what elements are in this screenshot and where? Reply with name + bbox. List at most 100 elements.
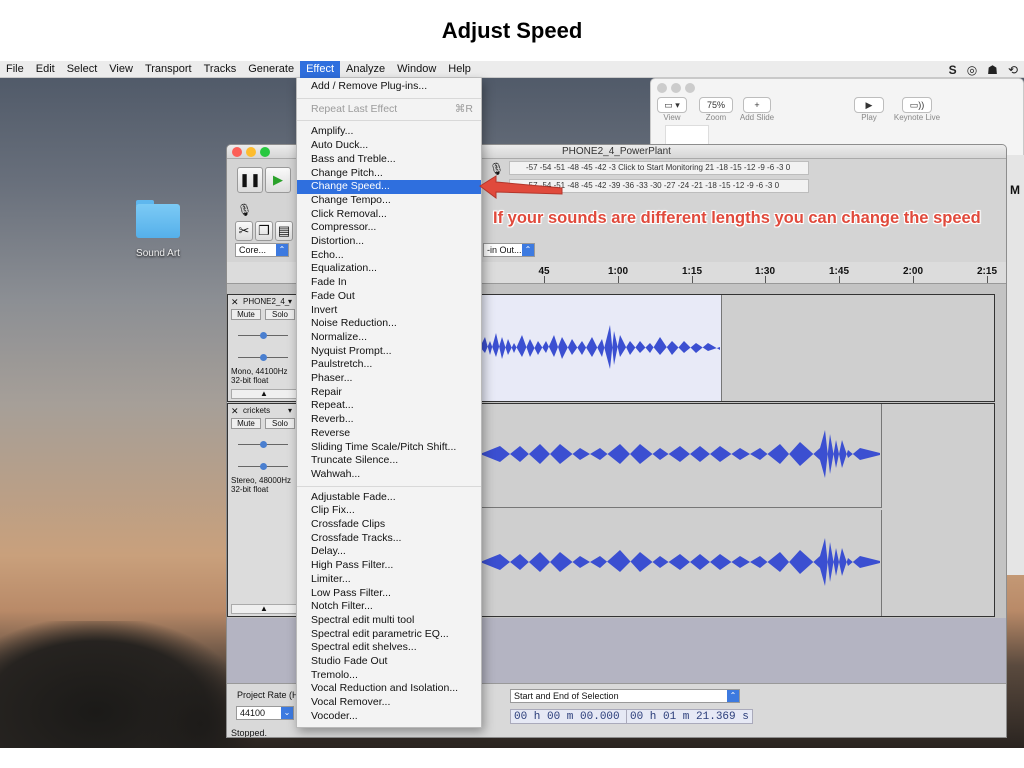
menu-item-adjustable-fade[interactable]: Adjustable Fade...: [297, 491, 481, 505]
menu-item-echo[interactable]: Echo...: [297, 249, 481, 263]
menu-item-low-pass-filter[interactable]: Low Pass Filter...: [297, 587, 481, 601]
menu-item-limiter[interactable]: Limiter...: [297, 573, 481, 587]
menu-item-distortion[interactable]: Distortion...: [297, 235, 481, 249]
menu-item-change-speed[interactable]: Change Speed...: [297, 180, 481, 194]
menu-item-reverse[interactable]: Reverse: [297, 427, 481, 441]
close-icon[interactable]: [657, 83, 667, 93]
menu-item-fade-out[interactable]: Fade Out: [297, 290, 481, 304]
close-track-icon[interactable]: ✕: [231, 297, 239, 308]
status-icon-target[interactable]: ◎: [967, 63, 977, 77]
keynote-add-slide-button[interactable]: + Add Slide: [739, 97, 775, 122]
status-icon-drive[interactable]: ☗: [987, 63, 998, 77]
menu-item-spectral-edit-parametric-eq[interactable]: Spectral edit parametric EQ...: [297, 628, 481, 642]
menu-effect[interactable]: Effect: [300, 60, 341, 78]
menu-item-click-removal[interactable]: Click Removal...: [297, 208, 481, 222]
keynote-live-button[interactable]: ▭)) Keynote Live: [891, 97, 943, 122]
menu-item-change-tempo[interactable]: Change Tempo...: [297, 194, 481, 208]
collapse-track-button[interactable]: ▲: [231, 389, 297, 399]
solo-button[interactable]: Solo: [265, 418, 295, 429]
status-icon-s[interactable]: S: [949, 63, 957, 77]
menu-item-clip-fix[interactable]: Clip Fix...: [297, 504, 481, 518]
monitor-label[interactable]: Click to Start Monitoring: [618, 163, 703, 172]
close-icon[interactable]: [232, 147, 242, 157]
cut-icon[interactable]: ✂: [235, 221, 253, 241]
menu-item-fade-in[interactable]: Fade In: [297, 276, 481, 290]
menu-item-wahwah[interactable]: Wahwah...: [297, 468, 481, 482]
menu-item-auto-duck[interactable]: Auto Duck...: [297, 139, 481, 153]
zoom-icon[interactable]: [260, 147, 270, 157]
collapse-track-button[interactable]: ▲: [231, 604, 297, 614]
audio-host-select[interactable]: Core... ⌃: [235, 243, 289, 257]
menu-view[interactable]: View: [103, 61, 139, 78]
menu-item-equalization[interactable]: Equalization...: [297, 262, 481, 276]
menu-item-vocoder[interactable]: Vocoder...: [297, 710, 481, 724]
menu-item-phaser[interactable]: Phaser...: [297, 372, 481, 386]
close-track-icon[interactable]: ✕: [231, 406, 239, 417]
menu-select[interactable]: Select: [61, 61, 104, 78]
menu-item-noise-reduction[interactable]: Noise Reduction...: [297, 317, 481, 331]
menu-item-vocal-remover[interactable]: Vocal Remover...: [297, 696, 481, 710]
minimize-icon[interactable]: [671, 83, 681, 93]
minimize-icon[interactable]: [246, 147, 256, 157]
menu-file[interactable]: File: [0, 61, 30, 78]
menu-item-repeat[interactable]: Repeat...: [297, 399, 481, 413]
gain-slider[interactable]: [238, 332, 288, 339]
menu-item-notch-filter[interactable]: Notch Filter...: [297, 600, 481, 614]
zoom-icon[interactable]: [685, 83, 695, 93]
menu-item-change-pitch[interactable]: Change Pitch...: [297, 167, 481, 181]
menu-help[interactable]: Help: [442, 61, 477, 78]
menu-item-invert[interactable]: Invert: [297, 304, 481, 318]
menu-edit[interactable]: Edit: [30, 61, 61, 78]
keynote-zoom-button[interactable]: 75% Zoom: [697, 97, 735, 122]
copy-icon[interactable]: ❐: [255, 221, 273, 241]
menu-item-spectral-edit-multi-tool[interactable]: Spectral edit multi tool: [297, 614, 481, 628]
gain-knob[interactable]: [260, 332, 267, 339]
project-rate-select[interactable]: 44100 ⌄: [236, 706, 294, 720]
keynote-play-button[interactable]: ▶ Play: [853, 97, 885, 122]
pan-knob[interactable]: [260, 354, 267, 361]
menu-item-repair[interactable]: Repair: [297, 386, 481, 400]
menu-item-amplify[interactable]: Amplify...: [297, 125, 481, 139]
folder-icon[interactable]: [133, 196, 183, 242]
output-device-select[interactable]: -in Out... ⌃: [483, 243, 535, 257]
gain-slider[interactable]: [238, 441, 288, 448]
menu-item-vocal-reduction-and-isolation[interactable]: Vocal Reduction and Isolation...: [297, 682, 481, 696]
menu-window[interactable]: Window: [391, 61, 442, 78]
chevron-down-icon[interactable]: ▾: [288, 406, 292, 415]
play-button[interactable]: ▶: [265, 167, 291, 193]
menu-item-high-pass-filter[interactable]: High Pass Filter...: [297, 559, 481, 573]
menu-item-truncate-silence[interactable]: Truncate Silence...: [297, 454, 481, 468]
pan-knob[interactable]: [260, 463, 267, 470]
selection-start-time[interactable]: 00 h 00 m 00.000 s: [510, 709, 637, 724]
pause-button[interactable]: ❚❚: [237, 167, 263, 193]
gain-knob[interactable]: [260, 441, 267, 448]
pan-slider[interactable]: [238, 463, 288, 470]
menu-item-delay[interactable]: Delay...: [297, 545, 481, 559]
track-name[interactable]: crickets: [243, 406, 270, 415]
menu-item-normalize[interactable]: Normalize...: [297, 331, 481, 345]
menu-item-paulstretch[interactable]: Paulstretch...: [297, 358, 481, 372]
menu-item-compressor[interactable]: Compressor...: [297, 221, 481, 235]
menu-transport[interactable]: Transport: [139, 61, 198, 78]
solo-button[interactable]: Solo: [265, 309, 295, 320]
mute-button[interactable]: Mute: [231, 418, 261, 429]
menu-item-reverb[interactable]: Reverb...: [297, 413, 481, 427]
menu-analyze[interactable]: Analyze: [340, 61, 391, 78]
menu-item-crossfade-clips[interactable]: Crossfade Clips: [297, 518, 481, 532]
microphone-icon[interactable]: 🎙: [237, 203, 252, 217]
status-icon-time-machine[interactable]: ⟲: [1008, 63, 1018, 77]
menu-item-add-remove-plug-ins[interactable]: Add / Remove Plug-ins...: [297, 80, 481, 94]
menu-item-studio-fade-out[interactable]: Studio Fade Out: [297, 655, 481, 669]
folder-label[interactable]: Sound Art: [118, 248, 198, 259]
menu-item-bass-and-treble[interactable]: Bass and Treble...: [297, 153, 481, 167]
pan-slider[interactable]: [238, 354, 288, 361]
mute-button[interactable]: Mute: [231, 309, 261, 320]
menu-item-tremolo[interactable]: Tremolo...: [297, 669, 481, 683]
track-name[interactable]: PHONE2_4_: [243, 297, 289, 306]
menu-item-crossfade-tracks[interactable]: Crossfade Tracks...: [297, 532, 481, 546]
chevron-down-icon[interactable]: ▾: [288, 297, 292, 306]
menu-tracks[interactable]: Tracks: [198, 61, 243, 78]
paste-icon[interactable]: ▤: [275, 221, 293, 241]
menu-item-nyquist-prompt[interactable]: Nyquist Prompt...: [297, 345, 481, 359]
keynote-view-button[interactable]: ▭ ▾ View: [657, 97, 687, 122]
